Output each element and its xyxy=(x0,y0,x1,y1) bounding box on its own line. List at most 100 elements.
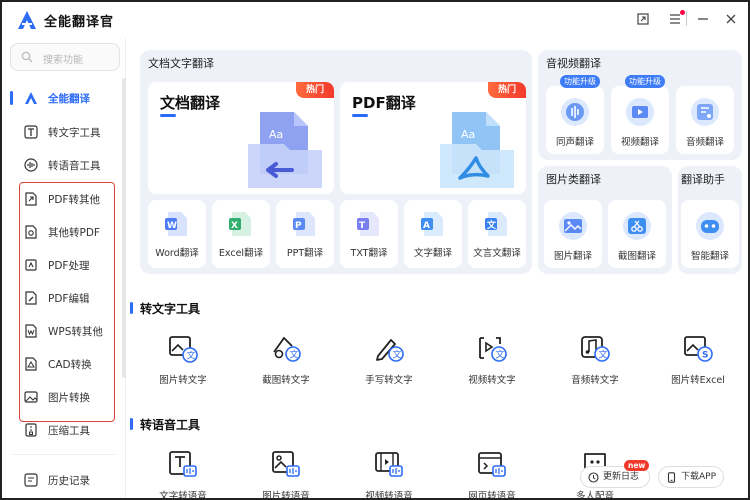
image-translate-icon xyxy=(559,212,587,240)
card-label: 文字翻译 xyxy=(413,248,452,259)
ppt-icon: P xyxy=(293,212,315,236)
tool-label: 视频转语音 xyxy=(365,491,413,500)
sidebar-item-label: 图片转换 xyxy=(48,392,90,404)
tool-label: 图片转Excel xyxy=(671,375,725,386)
simultaneous-translate-card[interactable]: 同声翻译 xyxy=(546,86,604,154)
card-label: PPT翻译 xyxy=(286,248,324,259)
upgrade-badge: 功能升级 xyxy=(625,75,665,88)
audio-translate-card[interactable]: 音频翻译 xyxy=(676,86,734,154)
image-to-excel-icon: S xyxy=(684,336,713,362)
audio-to-text-tool[interactable]: 文 音频转文字 xyxy=(552,332,638,392)
image-to-speech-tool[interactable]: 图片转语音 xyxy=(243,448,329,500)
screenshot-to-text-tool[interactable]: 文 截图转文字 xyxy=(243,332,329,392)
classical-translate-card[interactable]: 文 文言文翻译 xyxy=(468,200,526,268)
smart-translate-card[interactable]: 智能翻译 xyxy=(681,200,739,268)
compress-icon xyxy=(25,423,37,437)
svg-text:Aa: Aa xyxy=(461,128,475,141)
new-badge: new xyxy=(624,460,650,471)
section-title: 转语音工具 xyxy=(140,418,201,432)
restore-icon[interactable] xyxy=(634,10,652,28)
sidebar-item-compress[interactable]: 压缩工具 xyxy=(2,414,122,446)
sidebar-item-label: PDF转其他 xyxy=(48,194,100,206)
app-logo-icon xyxy=(18,11,36,29)
sidebar-item-all-translate[interactable]: 全能翻译 xyxy=(2,82,122,114)
image-to-text-tool[interactable]: 文 图片转文字 xyxy=(140,332,226,392)
svg-text:Aa: Aa xyxy=(269,128,283,141)
handwriting-to-text-icon: 文 xyxy=(376,339,404,362)
excel-icon: X xyxy=(229,212,251,236)
image-to-excel-tool[interactable]: S 图片转Excel xyxy=(655,332,741,392)
webpage-to-speech-tool[interactable]: 网页转语音 xyxy=(449,448,535,498)
phone-icon xyxy=(667,472,676,483)
ppt-translate-card[interactable]: P PPT翻译 xyxy=(276,200,334,268)
word-icon: W xyxy=(165,212,187,236)
txt-translate-card[interactable]: T TXT翻译 xyxy=(340,200,398,268)
hot-badge: 热门 xyxy=(296,82,334,98)
sidebar-item-label: 转语音工具 xyxy=(48,160,101,172)
sidebar-item-pdf-to-other[interactable]: PDF转其他 xyxy=(2,183,122,215)
video-to-speech-icon xyxy=(375,452,403,477)
doc-translate-panel: 文档文字翻译 文档翻译 热门 Aa PDF翻译 热门 Aa W Word翻译 X… xyxy=(140,50,532,274)
search-input[interactable]: 搜索功能 xyxy=(10,43,120,71)
search-icon xyxy=(21,51,33,63)
minimize-icon[interactable] xyxy=(694,10,712,28)
svg-text:文: 文 xyxy=(486,219,497,231)
title-underline xyxy=(160,114,176,117)
pdf-translate-card[interactable]: PDF翻译 热门 Aa xyxy=(340,82,526,194)
sidebar-item-pdf-edit[interactable]: PDF编辑 xyxy=(2,282,122,314)
text-translate-icon: A xyxy=(421,212,443,236)
sidebar-item-wps-to-other[interactable]: WPS转其他 xyxy=(2,315,122,347)
sidebar-item-label: 历史记录 xyxy=(48,475,90,487)
wps-icon xyxy=(25,324,37,338)
changelog-label: 更新日志 xyxy=(603,472,640,482)
panel-title: 图片类翻译 xyxy=(546,173,601,186)
menu-icon[interactable] xyxy=(666,10,684,28)
word-translate-card[interactable]: W Word翻译 xyxy=(148,200,206,268)
pdf-export-icon xyxy=(25,192,37,206)
svg-text:文: 文 xyxy=(496,349,505,361)
sidebar-item-image-convert[interactable]: 图片转换 xyxy=(2,381,122,413)
close-icon[interactable] xyxy=(722,10,740,28)
pdf-process-icon xyxy=(25,259,37,271)
sidebar-item-voice-tools[interactable]: 转语音工具 xyxy=(2,149,122,181)
pdf-import-icon xyxy=(25,225,37,239)
upgrade-badge: 功能升级 xyxy=(560,75,600,88)
title-bar-divider xyxy=(686,12,687,26)
svg-text:文: 文 xyxy=(187,350,196,362)
sidebar-item-other-to-pdf[interactable]: 其他转PDF xyxy=(2,216,122,248)
tool-label: 手写转文字 xyxy=(365,375,413,386)
card-label: TXT翻译 xyxy=(350,248,388,259)
title-bar: 全能翻译官 xyxy=(2,2,748,38)
assistant-panel: 翻译助手 智能翻译 xyxy=(678,166,742,274)
tool-label: 图片转语音 xyxy=(262,491,310,500)
sidebar-item-pdf-process[interactable]: PDF处理 xyxy=(2,249,122,281)
handwriting-to-text-tool[interactable]: 文 手写转文字 xyxy=(346,332,432,392)
video-to-speech-tool[interactable]: 视频转语音 xyxy=(346,448,432,500)
section-accent-bar xyxy=(130,302,133,314)
image-translate-card[interactable]: 图片翻译 xyxy=(544,200,602,268)
sidebar-divider xyxy=(12,454,116,455)
video-translate-card[interactable]: 视频翻译 xyxy=(611,86,669,154)
text-translate-card[interactable]: A 文字翻译 xyxy=(404,200,462,268)
svg-text:P: P xyxy=(295,221,302,231)
image-translate-panel: 图片类翻译 图片翻译 截图翻译 xyxy=(538,166,672,274)
card-label: 图片翻译 xyxy=(553,251,592,262)
sidebar-item-text-tools[interactable]: 转文字工具 xyxy=(2,116,122,148)
ai-robot-icon xyxy=(696,212,724,240)
sidebar-item-cad-convert[interactable]: CAD转换 xyxy=(2,348,122,380)
card-label: Excel翻译 xyxy=(218,248,264,259)
card-label: 截图翻译 xyxy=(617,251,656,262)
text-to-speech-tool[interactable]: 文字转语音 xyxy=(140,448,226,500)
hot-badge: 热门 xyxy=(488,82,526,98)
download-app-button[interactable]: 下载APP xyxy=(658,466,724,488)
sidebar-item-history[interactable]: 历史记录 xyxy=(2,464,122,496)
video-to-text-tool[interactable]: 文 视频转文字 xyxy=(449,332,535,392)
excel-translate-card[interactable]: X Excel翻译 xyxy=(212,200,270,268)
image-convert-icon xyxy=(24,391,38,403)
tool-label: 文字转语音 xyxy=(159,491,207,500)
image-to-text-icon: 文 xyxy=(169,336,198,363)
voice-wave-icon xyxy=(24,158,38,172)
doc-translate-card[interactable]: 文档翻译 热门 Aa xyxy=(148,82,334,194)
screenshot-translate-card[interactable]: 截图翻译 xyxy=(608,200,666,268)
svg-text:X: X xyxy=(231,221,238,231)
